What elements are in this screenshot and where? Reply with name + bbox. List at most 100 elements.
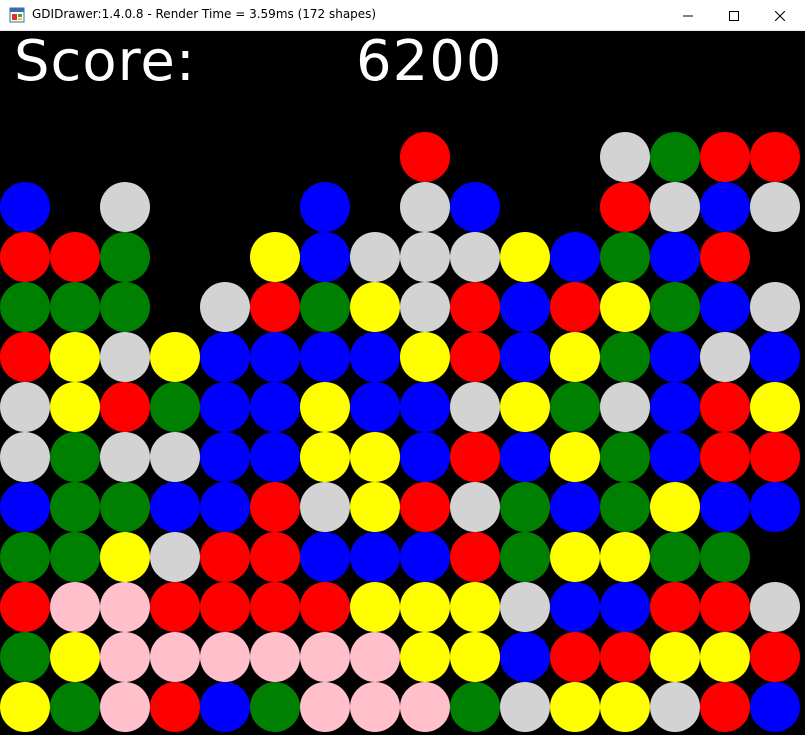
green-ball[interactable] xyxy=(550,382,600,432)
green-ball[interactable] xyxy=(600,482,650,532)
blue-ball[interactable] xyxy=(500,632,550,682)
yellow-ball[interactable] xyxy=(500,382,550,432)
red-ball[interactable] xyxy=(600,182,650,232)
blue-ball[interactable] xyxy=(300,232,350,282)
yellow-ball[interactable] xyxy=(150,332,200,382)
gray-ball[interactable] xyxy=(750,182,800,232)
red-ball[interactable] xyxy=(400,132,450,182)
yellow-ball[interactable] xyxy=(450,582,500,632)
yellow-ball[interactable] xyxy=(250,232,300,282)
yellow-ball[interactable] xyxy=(350,282,400,332)
blue-ball[interactable] xyxy=(500,432,550,482)
blue-ball[interactable] xyxy=(550,482,600,532)
gray-ball[interactable] xyxy=(100,432,150,482)
blue-ball[interactable] xyxy=(250,382,300,432)
gray-ball[interactable] xyxy=(650,182,700,232)
blue-ball[interactable] xyxy=(200,482,250,532)
yellow-ball[interactable] xyxy=(750,382,800,432)
gray-ball[interactable] xyxy=(650,682,700,732)
green-ball[interactable] xyxy=(500,532,550,582)
yellow-ball[interactable] xyxy=(650,482,700,532)
blue-ball[interactable] xyxy=(200,332,250,382)
yellow-ball[interactable] xyxy=(0,682,50,732)
blue-ball[interactable] xyxy=(200,432,250,482)
red-ball[interactable] xyxy=(250,282,300,332)
maximize-button[interactable] xyxy=(711,0,757,30)
blue-ball[interactable] xyxy=(700,182,750,232)
yellow-ball[interactable] xyxy=(300,432,350,482)
red-ball[interactable] xyxy=(450,282,500,332)
blue-ball[interactable] xyxy=(350,382,400,432)
yellow-ball[interactable] xyxy=(550,532,600,582)
yellow-ball[interactable] xyxy=(350,432,400,482)
red-ball[interactable] xyxy=(0,582,50,632)
blue-ball[interactable] xyxy=(350,532,400,582)
pink-ball[interactable] xyxy=(350,682,400,732)
yellow-ball[interactable] xyxy=(350,582,400,632)
gray-ball[interactable] xyxy=(400,182,450,232)
gray-ball[interactable] xyxy=(600,382,650,432)
pink-ball[interactable] xyxy=(300,682,350,732)
red-ball[interactable] xyxy=(750,132,800,182)
blue-ball[interactable] xyxy=(750,332,800,382)
blue-ball[interactable] xyxy=(150,482,200,532)
blue-ball[interactable] xyxy=(650,332,700,382)
blue-ball[interactable] xyxy=(0,182,50,232)
blue-ball[interactable] xyxy=(250,432,300,482)
red-ball[interactable] xyxy=(300,582,350,632)
red-ball[interactable] xyxy=(0,232,50,282)
yellow-ball[interactable] xyxy=(100,532,150,582)
pink-ball[interactable] xyxy=(350,632,400,682)
red-ball[interactable] xyxy=(450,532,500,582)
blue-ball[interactable] xyxy=(300,532,350,582)
pink-ball[interactable] xyxy=(100,632,150,682)
blue-ball[interactable] xyxy=(650,382,700,432)
yellow-ball[interactable] xyxy=(550,682,600,732)
yellow-ball[interactable] xyxy=(350,482,400,532)
yellow-ball[interactable] xyxy=(450,632,500,682)
green-ball[interactable] xyxy=(0,282,50,332)
pink-ball[interactable] xyxy=(400,682,450,732)
gray-ball[interactable] xyxy=(350,232,400,282)
red-ball[interactable] xyxy=(400,482,450,532)
red-ball[interactable] xyxy=(50,232,100,282)
yellow-ball[interactable] xyxy=(550,332,600,382)
yellow-ball[interactable] xyxy=(400,332,450,382)
red-ball[interactable] xyxy=(450,432,500,482)
pink-ball[interactable] xyxy=(150,632,200,682)
red-ball[interactable] xyxy=(550,282,600,332)
gray-ball[interactable] xyxy=(600,132,650,182)
yellow-ball[interactable] xyxy=(600,682,650,732)
gray-ball[interactable] xyxy=(0,432,50,482)
red-ball[interactable] xyxy=(750,432,800,482)
gray-ball[interactable] xyxy=(450,382,500,432)
red-ball[interactable] xyxy=(150,582,200,632)
green-ball[interactable] xyxy=(50,682,100,732)
green-ball[interactable] xyxy=(100,232,150,282)
blue-ball[interactable] xyxy=(700,282,750,332)
gray-ball[interactable] xyxy=(450,482,500,532)
red-ball[interactable] xyxy=(250,582,300,632)
green-ball[interactable] xyxy=(250,682,300,732)
blue-ball[interactable] xyxy=(400,432,450,482)
blue-ball[interactable] xyxy=(650,432,700,482)
close-button[interactable] xyxy=(757,0,803,30)
yellow-ball[interactable] xyxy=(500,232,550,282)
gray-ball[interactable] xyxy=(500,582,550,632)
red-ball[interactable] xyxy=(0,332,50,382)
green-ball[interactable] xyxy=(650,532,700,582)
green-ball[interactable] xyxy=(100,482,150,532)
green-ball[interactable] xyxy=(600,332,650,382)
gray-ball[interactable] xyxy=(100,182,150,232)
yellow-ball[interactable] xyxy=(50,332,100,382)
yellow-ball[interactable] xyxy=(50,632,100,682)
yellow-ball[interactable] xyxy=(550,432,600,482)
blue-ball[interactable] xyxy=(550,582,600,632)
red-ball[interactable] xyxy=(650,582,700,632)
blue-ball[interactable] xyxy=(200,682,250,732)
pink-ball[interactable] xyxy=(100,682,150,732)
yellow-ball[interactable] xyxy=(300,382,350,432)
red-ball[interactable] xyxy=(550,632,600,682)
yellow-ball[interactable] xyxy=(600,532,650,582)
green-ball[interactable] xyxy=(50,282,100,332)
